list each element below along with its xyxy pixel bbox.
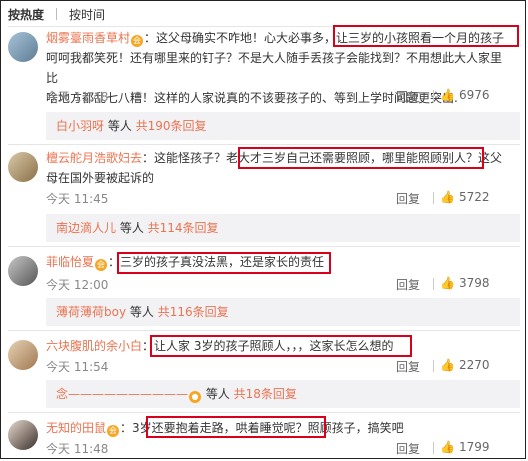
like-button[interactable]: 👍 3798 [440,276,512,290]
avatar[interactable] [8,32,38,62]
like-button[interactable]: 👍 2270 [440,358,512,372]
comment-meta: 今天 11:54 回复 👍 2270 [46,358,512,374]
divider [8,412,520,413]
comment-meta: 今天 12:00 回复 👍 3798 [46,276,512,292]
like-button[interactable]: 👍 6976 [440,88,512,102]
sub-replies-bar[interactable]: 南边滴人儿 等人 共114条回复 [46,214,520,242]
like-button[interactable]: 👍 1799 [440,440,512,454]
sub-reply-count[interactable]: 共114条回复 [148,221,219,235]
like-button[interactable]: 👍 5722 [440,190,512,204]
thumb-up-icon: 👍 [440,190,455,204]
comment-text: 檀云舵月浩歌妇去：这能怪孩子？老大才三岁自己还需要照顾，哪里能照顾别人？这父 母… [46,148,512,188]
timestamp: 今天 11:45 [46,192,109,206]
comment-meta: 今天 11:45 回复 👍 5722 [46,190,512,206]
sub-replies-bar[interactable]: 薄荷薄荷boy 等人 共116条回复 [46,298,520,326]
timestamp: 今天 11:48 [46,90,109,104]
comment-line: ：三岁的孩子真没法黑，还是家长的责任 [108,255,325,269]
comment-text: 菲临怡夏会：三岁的孩子真没法黑，还是家长的责任 [46,252,512,272]
username-link[interactable]: 菲临怡夏 [46,255,94,269]
vip-badge-icon: 会 [107,425,120,437]
comment-text: 六块腹肌的余小白：让人家 3岁的孩子照顾人，，，这家长怎么想的 [46,336,512,356]
sub-replies-bar[interactable]: 白小羽呀 等人 共190条回复 [46,112,520,140]
divider [8,26,520,27]
divider [8,246,520,247]
sub-reply-text: 等人 [126,305,158,319]
comment-line: ：这父母确实不咋地！心大必事多，让三岁的小孩照看一个月的孩子 [144,31,505,45]
sub-replies-bar[interactable]: 念—————————— ● 等人 共18条回复 [46,380,520,408]
avatar[interactable] [8,152,38,182]
thumb-up-icon: 👍 [440,88,455,102]
meta-separator [433,360,434,372]
like-count: 2270 [458,358,490,372]
username-link[interactable]: 檀云舵月浩歌妇去 [46,151,142,165]
sub-reply-text: 等人 [202,387,234,401]
sub-reply-count[interactable]: 共190条回复 [136,119,207,133]
comment-line: 母在国外要被起诉的 [46,171,155,185]
divider [8,330,520,331]
comment-line: ：这能怪孩子？老大才三岁自己还需要照顾，哪里能照顾别人？这父 [142,151,503,165]
comment-line: 呵呵我都笑死！还有哪里来的钉子？不是大人随手丢孩子会能找到？不用想此大人家里比 [46,51,503,85]
username-link[interactable]: 六块腹肌的余小白 [46,339,142,353]
sub-reply-text: 等人 [104,119,136,133]
like-count: 6976 [458,88,490,102]
reply-button[interactable]: 回复 [396,358,420,375]
meta-separator [433,442,434,454]
vip-badge-icon: 会 [131,35,144,47]
avatar[interactable] [8,340,38,370]
sub-reply-text: 等人 [116,221,148,235]
sort-by-hot-tab[interactable]: 按热度 [8,6,44,23]
vip-badge-icon: 会 [95,259,108,271]
reply-button[interactable]: 回复 [396,276,420,293]
meta-separator [433,90,434,102]
reply-button[interactable]: 回复 [396,88,420,105]
comment-line: ：3岁还要抱着走路，哄着睡觉呢？照顾孩子，搞笑吧 [120,421,404,435]
sort-by-time-tab[interactable]: 按时间 [69,6,105,23]
like-count: 3798 [458,276,490,290]
sort-bar: 按热度 按时间 [8,4,105,24]
avatar[interactable] [8,420,38,450]
timestamp: 今天 11:48 [46,442,109,456]
meta-separator [433,192,434,204]
thumb-up-icon: 👍 [440,358,455,372]
sub-reply-count[interactable]: 共116条回复 [158,305,229,319]
timestamp: 今天 11:54 [46,360,109,374]
reply-button[interactable]: 回复 [396,440,420,457]
sub-reply-user[interactable]: 薄荷薄荷boy [56,305,126,319]
comment-text: 无知的田鼠会：3岁还要抱着走路，哄着睡觉呢？照顾孩子，搞笑吧 [46,418,512,438]
timestamp: 今天 12:00 [46,278,109,292]
avatar[interactable] [8,256,38,286]
like-count: 5722 [458,190,490,204]
comment-meta: 今天 11:48 回复 👍 6976 [46,88,512,104]
comment-meta: 今天 11:48 回复 👍 1799 [46,440,512,456]
sub-reply-count[interactable]: 共18条回复 [234,387,297,401]
sub-reply-user[interactable]: 白小羽呀 [56,119,104,133]
like-count: 1799 [458,440,490,454]
meta-separator [433,278,434,290]
reply-button[interactable]: 回复 [396,190,420,207]
vip-badge-icon: ● [189,391,202,403]
divider [8,144,520,145]
sub-reply-user[interactable]: 念—————————— [56,387,188,401]
comment-line: ：让人家 3岁的孩子照顾人，，，这家长怎么想的 [142,339,394,353]
sort-separator [56,8,58,20]
thumb-up-icon: 👍 [440,440,455,454]
username-link[interactable]: 无知的田鼠 [46,421,106,435]
username-link[interactable]: 烟雾薹雨香草村 [46,31,130,45]
thumb-up-icon: 👍 [440,276,455,290]
sub-reply-user[interactable]: 南边滴人儿 [56,221,116,235]
